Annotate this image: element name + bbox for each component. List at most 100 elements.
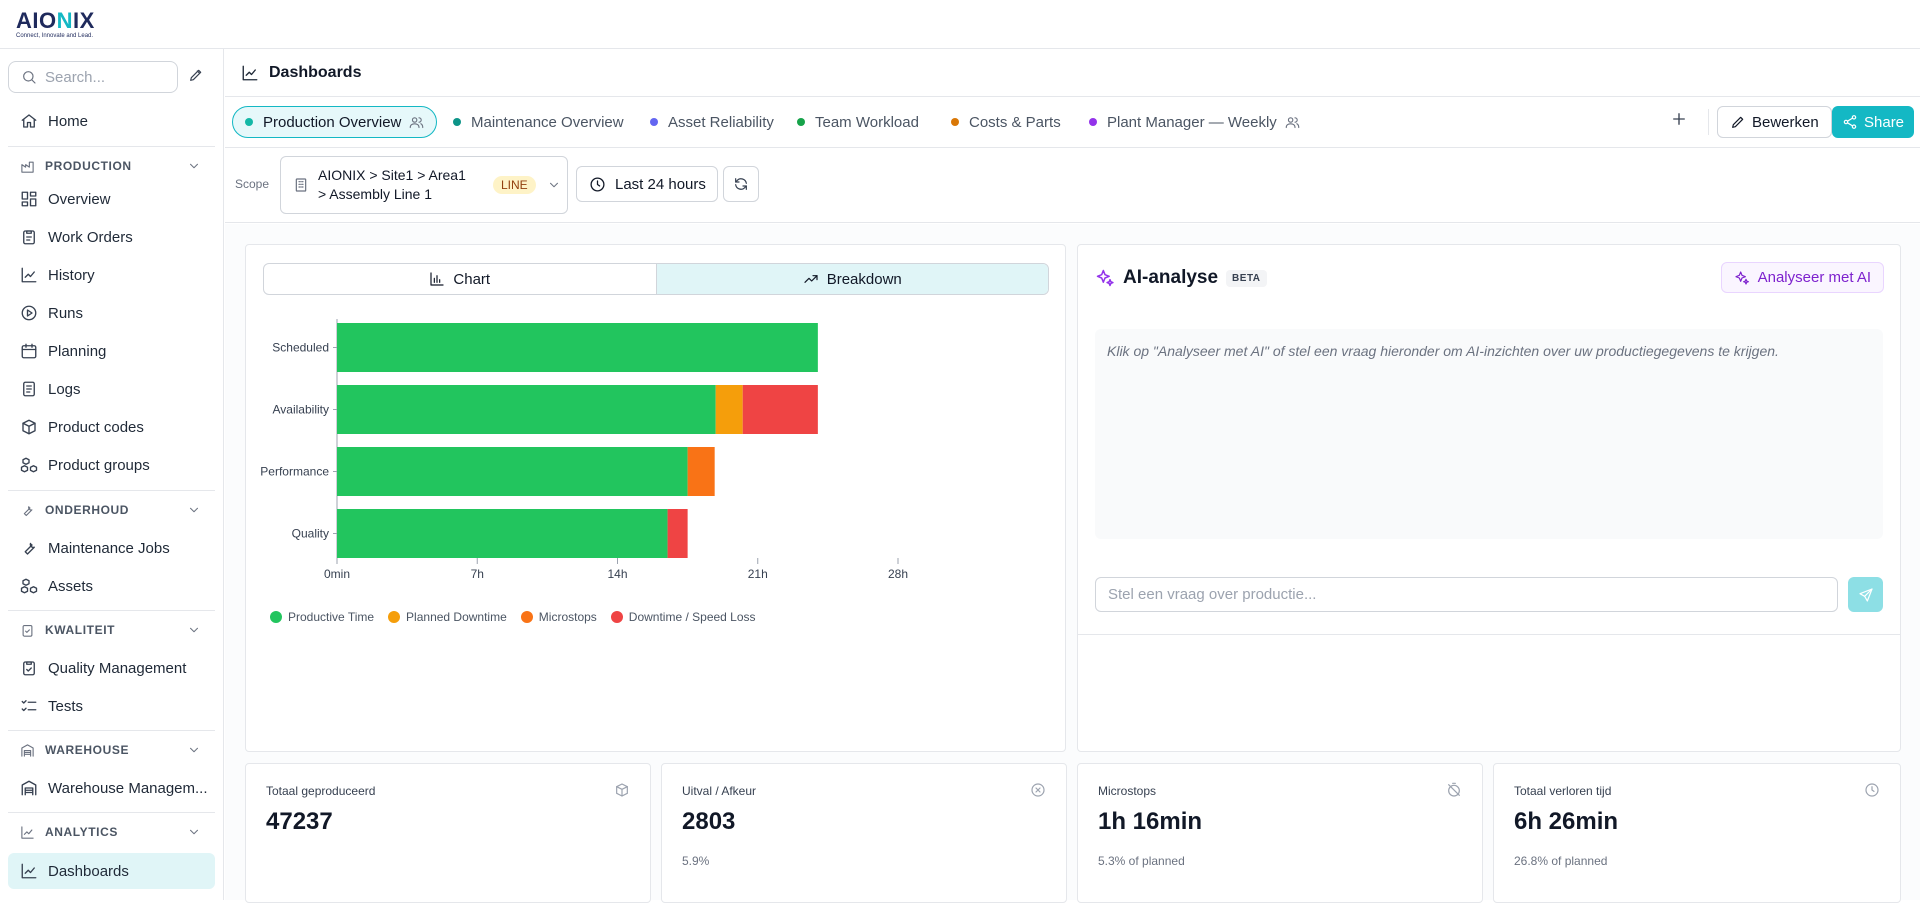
kpi-value: 6h 26min [1514,808,1619,835]
x-tick-label: 21h [748,567,768,581]
legend-label: Microstops [538,610,597,624]
section-kwaliteit[interactable]: KWALITEIT [8,616,215,644]
scope-level-badge: LINE [493,176,536,194]
search-box[interactable] [8,61,178,93]
breakdown-bar-chart: Scheduled Availability Performance Quality 0… [260,319,908,581]
sidebar-item-product-groups[interactable]: Product groups [8,447,215,483]
x-tick-label: 7h [471,567,484,581]
scope-path-line: AIONIX > Site1 > Area1 [318,167,466,183]
kpi-value: 2803 [682,808,736,835]
y-tick-label: Performance [260,465,329,479]
kpi-card-microstops[interactable]: Microstops 1h 16min 5.3% of planned [1077,763,1483,903]
sidebar-item-runs[interactable]: Runs [8,295,215,331]
bar-segment [687,447,715,496]
legend-item[interactable]: Planned Downtime [388,610,507,624]
tab-label: Asset Reliability [668,113,774,131]
legend-item[interactable]: Microstops [520,610,597,624]
sidebar-item-label: Tests [48,697,84,715]
tab-color-dot [797,118,805,126]
tab-team-workload[interactable]: Team Workload [785,106,931,138]
chart-legend: Productive Time Planned Downtime Microstop… [270,610,770,624]
breakdown-view-button[interactable]: Breakdown [655,264,1048,294]
section-onderhoud[interactable]: ONDERHOUD [8,496,215,524]
sidebar-item-product-codes[interactable]: Product codes [8,409,215,445]
refresh-button[interactable] [723,166,759,202]
play-circle-icon [21,305,37,321]
tab-color-dot [245,118,253,126]
tab-maintenance-overview[interactable]: Maintenance Overview [441,106,636,138]
sidebar-item-assets[interactable]: Assets [8,568,215,604]
kpi-card-total-produced[interactable]: Totaal geproduceerd 47237 [245,763,651,903]
sidebar-item-label: Overview [48,190,111,208]
calendar-icon [21,343,37,359]
document-icon [23,381,35,397]
tab-costs-parts[interactable]: Costs & Parts [939,106,1073,138]
sidebar-item-planning[interactable]: Planning [8,333,215,369]
share-icon [1843,115,1857,129]
sidebar-item-history[interactable]: History [8,257,215,293]
building-icon [295,178,307,192]
ai-question-input[interactable] [1095,577,1838,612]
section-title: ANALYTICS [45,825,118,839]
users-icon [1285,116,1300,128]
edit-pencil-icon[interactable] [188,67,204,83]
edit-button[interactable]: Bewerken [1717,106,1832,138]
section-production[interactable]: PRODUCTION [8,152,215,180]
sidebar: Home PRODUCTION Overview Work Orders His… [0,49,224,900]
kpi-card-scrap[interactable]: Uitval / Afkeur 2803 5.9% [661,763,1067,903]
kpi-subtext: 5.9% [682,854,710,868]
dashboard-tabs: Production Overview Maintenance Overview… [225,97,1920,148]
section-warehouse[interactable]: WAREHOUSE [8,736,215,764]
chart-view-toggle: Chart Breakdown [263,263,1049,295]
sparkles-icon [1735,270,1749,285]
sidebar-item-quality-management[interactable]: Quality Management [8,650,215,686]
search-input[interactable] [45,68,165,86]
y-tick-label: Quality [292,527,329,541]
kpi-value: 47237 [266,808,333,835]
send-button[interactable] [1848,577,1883,612]
analyze-with-ai-button[interactable]: Analyseer met AI [1720,262,1884,293]
clipboard-check-icon [22,624,33,637]
section-title: WAREHOUSE [45,743,130,757]
tab-label: Maintenance Overview [471,113,624,131]
y-tick-label: Scheduled [272,341,329,355]
sidebar-item-home[interactable]: Home [8,103,215,139]
x-circle-icon [1031,783,1045,797]
scope-selector[interactable]: AIONIX > Site1 > Area1 > Assembly Line 1… [280,156,568,214]
time-range-button[interactable]: Last 24 hours [576,166,718,202]
home-icon [21,114,37,128]
boxes-icon [20,457,38,473]
sidebar-item-work-orders[interactable]: Work Orders [8,219,215,255]
chevron-down-icon [189,627,199,633]
sidebar-item-label: Warehouse Managem... [48,779,208,797]
legend-label: Planned Downtime [406,610,507,624]
ai-header: AI-analyse BETA [1095,267,1267,289]
sidebar-item-label: Dashboards [48,862,129,880]
section-analytics[interactable]: ANALYTICS [8,818,215,846]
logo[interactable]: AIONIX Connect, Innovate and Lead. [16,10,95,40]
send-icon [1858,587,1873,602]
kpi-card-total-lost-time[interactable]: Totaal verloren tijd 6h 26min 26.8% of p… [1493,763,1901,903]
sidebar-item-warehouse-management[interactable]: Warehouse Managem... [8,770,215,806]
section-title: KWALITEIT [45,623,116,637]
legend-label: Downtime / Speed Loss [628,610,756,624]
legend-item[interactable]: Downtime / Speed Loss [610,610,756,624]
sidebar-item-overview[interactable]: Overview [8,181,215,217]
tab-production-overview[interactable]: Production Overview [232,106,438,138]
warehouse-icon [21,780,37,796]
dashboard-canvas: Chart Breakdown Scheduled Availability Per… [225,224,1920,903]
chart-icon [21,267,37,283]
sidebar-item-maintenance-jobs[interactable]: Maintenance Jobs [8,530,215,566]
tab-asset-reliability[interactable]: Asset Reliability [638,106,786,138]
legend-item[interactable]: Productive Time [270,610,374,624]
sidebar-item-tests[interactable]: Tests [8,688,215,724]
bar-segment [742,385,818,434]
share-button[interactable]: Share [1832,106,1915,138]
sidebar-item-logs[interactable]: Logs [8,371,215,407]
add-tab-button[interactable] [1670,110,1688,128]
list-checks-icon [21,700,37,712]
tab-plant-manager-weekly[interactable]: Plant Manager — Weekly [1077,106,1312,138]
divider [8,730,215,731]
sidebar-item-dashboards[interactable]: Dashboards [8,853,215,889]
chart-view-button[interactable]: Chart [264,264,656,294]
